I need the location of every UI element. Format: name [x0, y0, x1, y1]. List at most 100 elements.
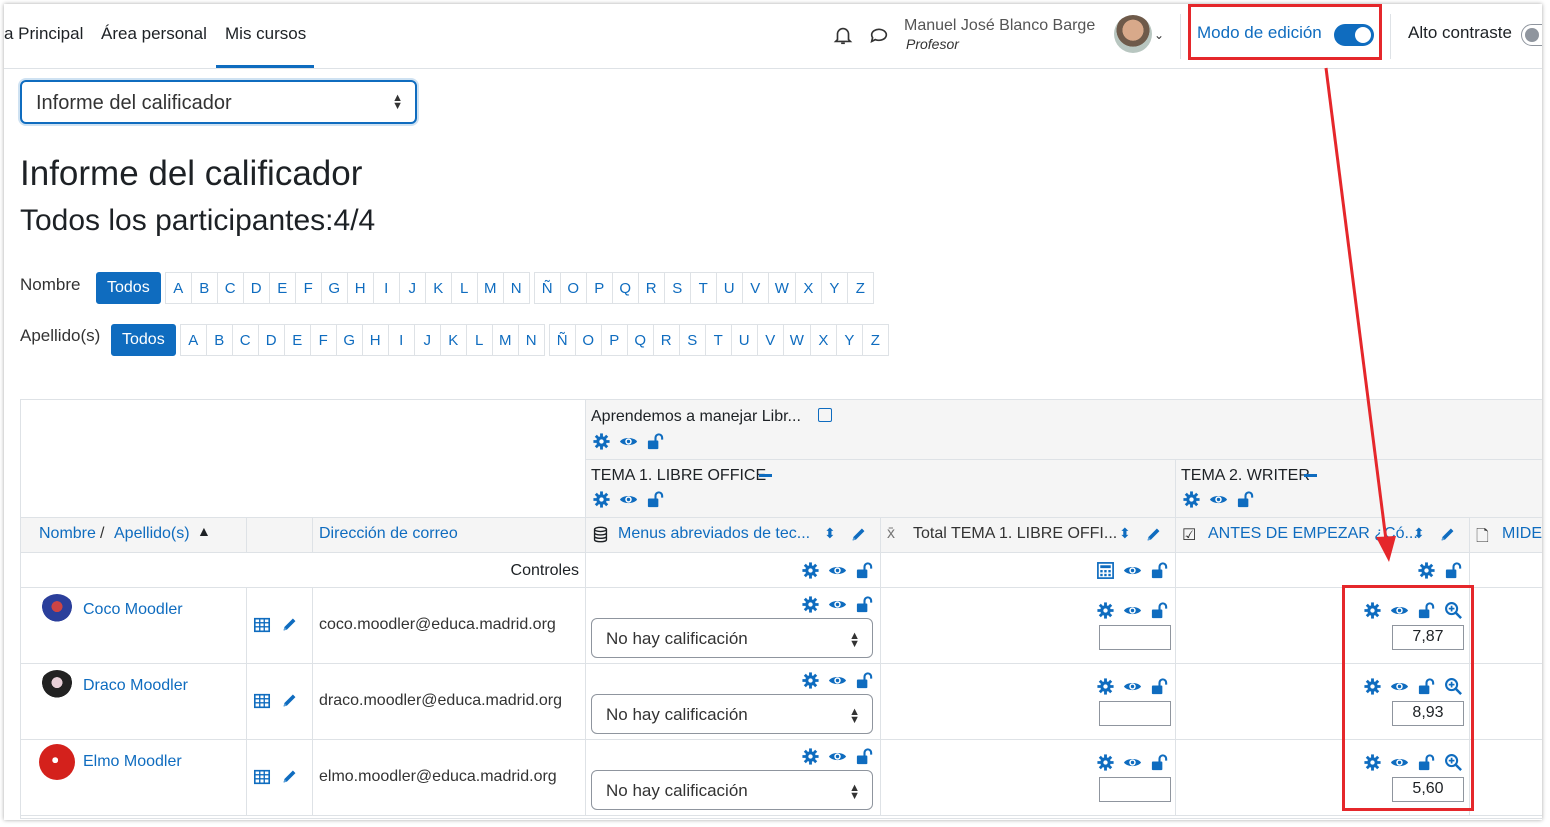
surname-initial-0[interactable]: A [179, 324, 207, 356]
sort-icon[interactable]: ⬍ [1413, 525, 1425, 542]
surname-initial-9[interactable]: J [413, 324, 441, 356]
high-contrast-label[interactable]: Alto contraste [1408, 23, 1512, 43]
eye-icon[interactable] [828, 561, 847, 580]
surname-initial-4[interactable]: E [283, 324, 311, 356]
unlock-icon[interactable] [1150, 677, 1169, 696]
gear-icon[interactable] [592, 432, 611, 451]
eye-icon[interactable] [1123, 753, 1142, 772]
firstname-initial-13[interactable]: N [502, 272, 530, 304]
gear-icon[interactable] [801, 747, 820, 766]
total-grade-input[interactable] [1099, 625, 1171, 650]
firstname-initial-3[interactable]: D [242, 272, 270, 304]
gear-icon[interactable] [1417, 561, 1436, 580]
eye-icon[interactable] [828, 671, 847, 690]
unlock-icon[interactable] [855, 561, 874, 580]
firstname-initial-2[interactable]: C [216, 272, 244, 304]
unlock-icon[interactable] [855, 595, 874, 614]
surname-initial-16[interactable]: P [600, 324, 628, 356]
sort-asc-icon[interactable]: ▲ [197, 523, 211, 539]
surname-initial-15[interactable]: O [574, 324, 602, 356]
grade-scale-select[interactable]: No hay calificación ▲ ▼ [591, 618, 873, 658]
surname-initial-1[interactable]: B [205, 324, 233, 356]
firstname-all-button[interactable]: Todos [96, 272, 161, 304]
gear-icon[interactable] [592, 490, 611, 509]
surname-initial-8[interactable]: I [387, 324, 415, 356]
surname-initial-18[interactable]: R [652, 324, 680, 356]
firstname-initial-7[interactable]: H [346, 272, 374, 304]
sort-icon[interactable]: ⬍ [824, 525, 836, 542]
surname-initial-12[interactable]: M [491, 324, 519, 356]
surname-initial-22[interactable]: V [756, 324, 784, 356]
total-grade-input[interactable] [1099, 777, 1171, 802]
sort-by-email-link[interactable]: Dirección de correo [319, 525, 458, 543]
firstname-initial-12[interactable]: M [476, 272, 504, 304]
firstname-initial-9[interactable]: J [398, 272, 426, 304]
pencil-icon[interactable] [1145, 526, 1162, 543]
grade-item-link[interactable]: ANTES DE EMPEZAR ¿Có... [1208, 525, 1418, 543]
chevron-down-icon[interactable]: ⌄ [1154, 28, 1164, 42]
student-name-link[interactable]: Coco Moodler [83, 601, 183, 619]
surname-initial-24[interactable]: X [809, 324, 837, 356]
sort-by-firstname-link[interactable]: Nombre [39, 525, 96, 543]
firstname-initial-25[interactable]: Y [820, 272, 848, 304]
firstname-initial-5[interactable]: F [294, 272, 322, 304]
unlock-icon[interactable] [1150, 601, 1169, 620]
firstname-initial-23[interactable]: W [767, 272, 796, 304]
surname-initial-10[interactable]: K [439, 324, 467, 356]
high-contrast-toggle[interactable] [1521, 24, 1542, 46]
unlock-icon[interactable] [1150, 561, 1169, 580]
student-name-link[interactable]: Draco Moodler [83, 677, 188, 695]
surname-initial-26[interactable]: Z [861, 324, 889, 356]
firstname-initial-0[interactable]: A [164, 272, 192, 304]
surname-initial-11[interactable]: L [465, 324, 493, 356]
surname-initial-2[interactable]: C [231, 324, 259, 356]
gear-icon[interactable] [1096, 677, 1115, 696]
student-avatar[interactable] [39, 744, 75, 780]
bell-icon[interactable] [832, 24, 854, 46]
pencil-icon[interactable] [850, 526, 867, 543]
unlock-icon[interactable] [646, 490, 665, 509]
firstname-initial-4[interactable]: E [268, 272, 296, 304]
surname-initial-14[interactable]: Ñ [548, 324, 576, 356]
eye-icon[interactable] [828, 595, 847, 614]
surname-initial-13[interactable]: N [517, 324, 545, 356]
surname-initial-7[interactable]: H [361, 324, 389, 356]
total-grade-input[interactable] [1099, 701, 1171, 726]
eye-icon[interactable] [1123, 561, 1142, 580]
unlock-icon[interactable] [1236, 490, 1255, 509]
firstname-initial-18[interactable]: R [637, 272, 665, 304]
grade-scale-select[interactable]: No hay calificación ▲ ▼ [591, 694, 873, 734]
student-avatar[interactable] [39, 594, 75, 630]
grade-item-link[interactable]: Menus abreviados de tec... [618, 525, 810, 543]
user-avatar[interactable] [1114, 15, 1152, 53]
unlock-icon[interactable] [855, 747, 874, 766]
firstname-initial-19[interactable]: S [663, 272, 691, 304]
firstname-initial-21[interactable]: U [715, 272, 743, 304]
surname-initial-20[interactable]: T [704, 324, 732, 356]
firstname-initial-1[interactable]: B [190, 272, 218, 304]
gear-icon[interactable] [801, 671, 820, 690]
eye-icon[interactable] [1123, 601, 1142, 620]
firstname-initial-22[interactable]: V [741, 272, 769, 304]
nav-link-dashboard[interactable]: Área personal [101, 24, 207, 44]
user-name[interactable]: Manuel José Blanco Barge [904, 17, 1095, 35]
table-icon[interactable] [253, 692, 271, 710]
firstname-initial-8[interactable]: I [372, 272, 400, 304]
chat-icon[interactable] [868, 24, 890, 46]
surname-initial-25[interactable]: Y [835, 324, 863, 356]
unlock-icon[interactable] [1150, 753, 1169, 772]
firstname-initial-14[interactable]: Ñ [533, 272, 561, 304]
gear-icon[interactable] [801, 595, 820, 614]
firstname-initial-15[interactable]: O [559, 272, 587, 304]
eye-icon[interactable] [619, 490, 638, 509]
surname-initial-5[interactable]: F [309, 324, 337, 356]
unlock-icon[interactable] [855, 671, 874, 690]
eye-icon[interactable] [828, 747, 847, 766]
pencil-icon[interactable] [281, 768, 298, 785]
nav-link-home[interactable]: a Principal [4, 24, 83, 44]
collapse-toggle-icon[interactable] [818, 408, 832, 422]
sort-icon[interactable]: ⬍ [1119, 525, 1131, 542]
calculator-icon[interactable] [1096, 561, 1115, 580]
table-icon[interactable] [253, 768, 271, 786]
surname-initial-3[interactable]: D [257, 324, 285, 356]
